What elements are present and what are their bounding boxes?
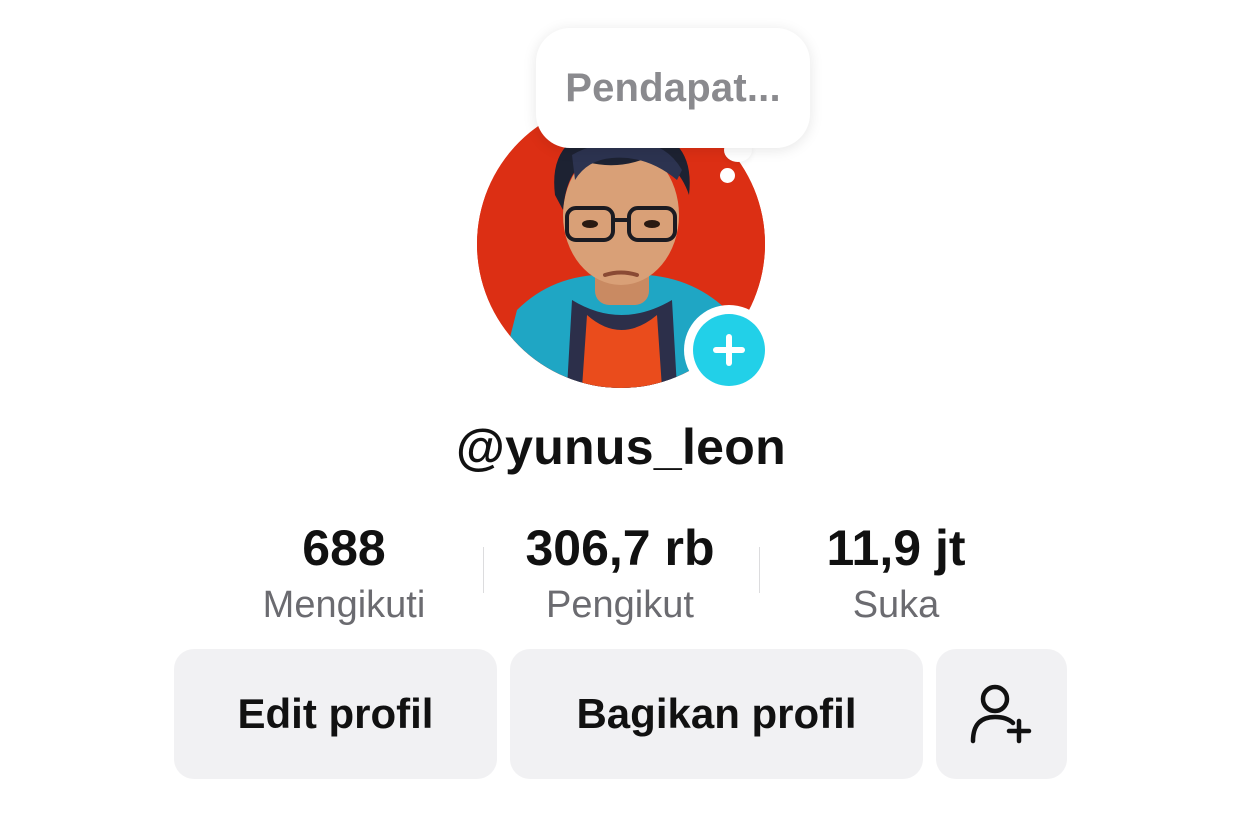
- add-user-icon: [970, 684, 1031, 744]
- note-bubble-dot: [720, 168, 735, 183]
- stat-followers-label: Pengikut: [546, 584, 694, 626]
- add-friend-button[interactable]: [936, 649, 1067, 779]
- edit-profile-label: Edit profil: [237, 690, 434, 737]
- stat-following-label: Mengikuti: [262, 584, 426, 626]
- note-placeholder: Pendapat...: [565, 65, 781, 110]
- stat-likes[interactable]: 11,9 jt Suka: [766, 520, 1026, 632]
- add-story-button[interactable]: [684, 305, 774, 395]
- stat-likes-label: Suka: [852, 584, 940, 626]
- stat-divider: [483, 547, 484, 593]
- edit-profile-button[interactable]: Edit profil: [174, 649, 497, 779]
- stat-likes-value: 11,9 jt: [826, 520, 966, 576]
- stat-divider: [759, 547, 760, 593]
- stat-following-value: 688: [302, 520, 386, 576]
- note-bubble[interactable]: Pendapat...: [536, 28, 810, 148]
- share-profile-button[interactable]: Bagikan profil: [510, 649, 923, 779]
- profile-stats: 688 Mengikuti 306,7 rb Pengikut 11,9 jt …: [0, 520, 1242, 630]
- plus-icon: [693, 314, 765, 386]
- share-profile-label: Bagikan profil: [576, 690, 857, 737]
- stat-followers[interactable]: 306,7 rb Pengikut: [490, 520, 750, 632]
- stat-following[interactable]: 688 Mengikuti: [214, 520, 474, 632]
- stat-followers-value: 306,7 rb: [525, 520, 715, 576]
- username: @yunus_leon: [456, 419, 786, 475]
